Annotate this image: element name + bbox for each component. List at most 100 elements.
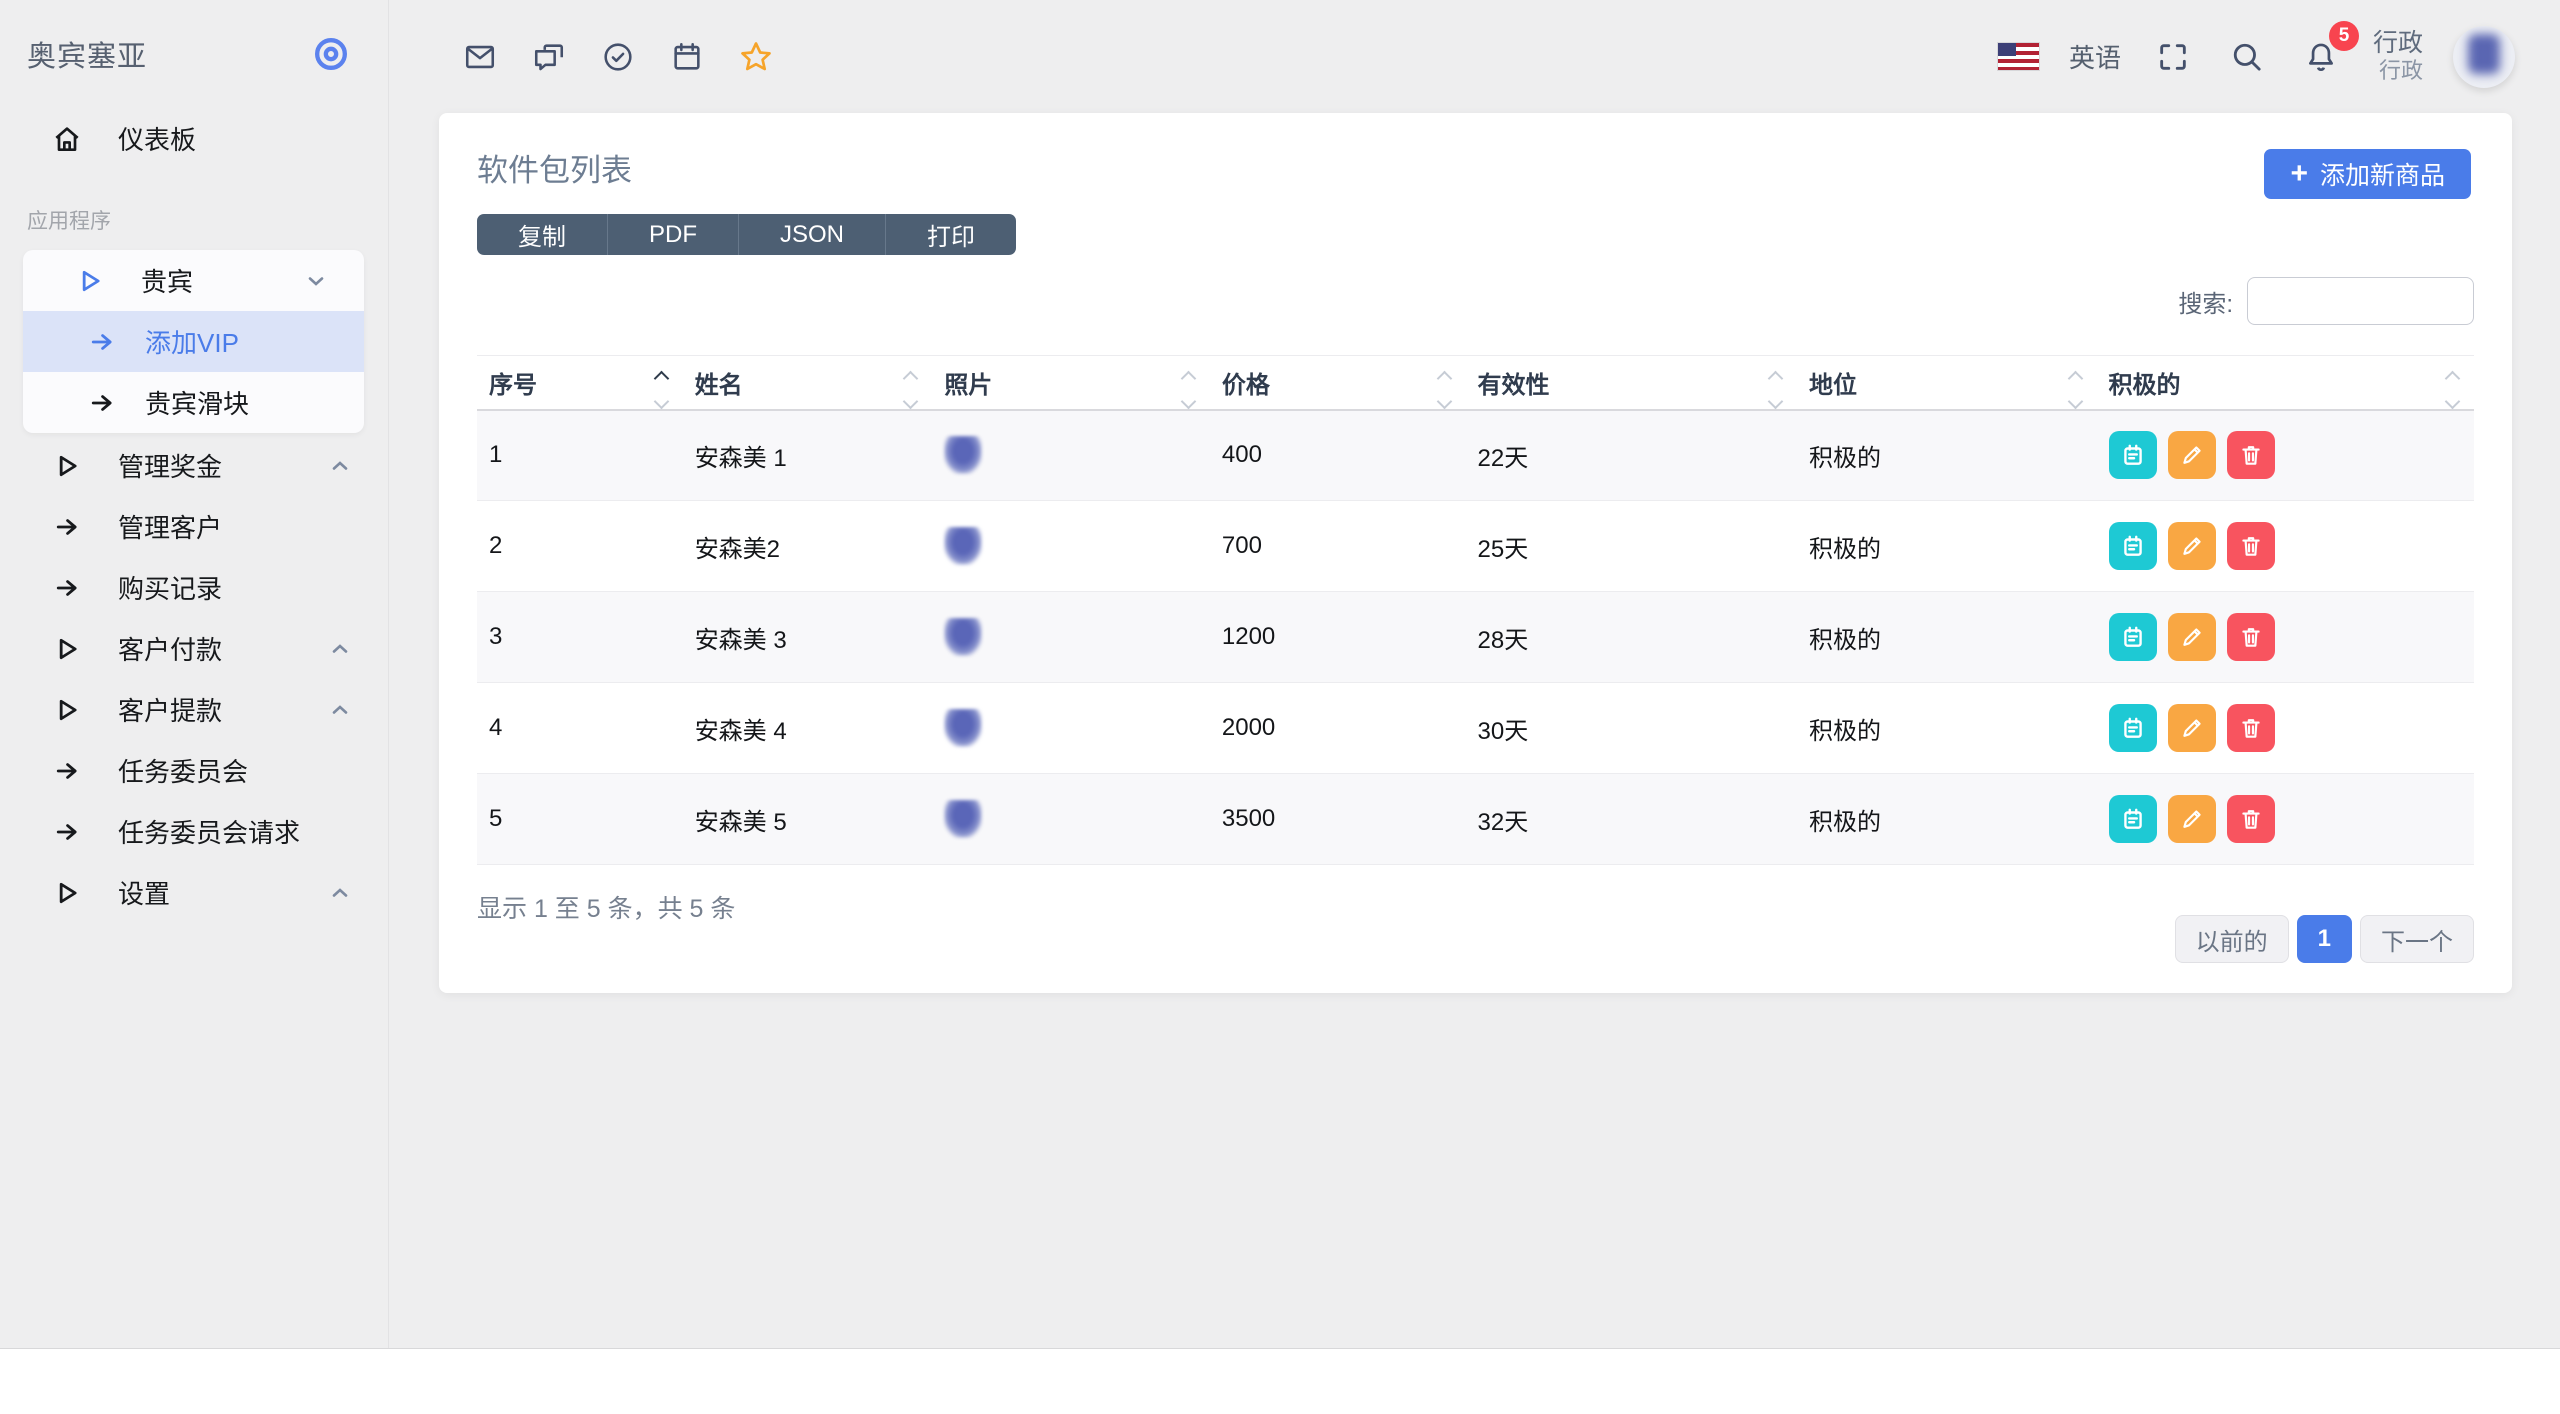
column-header-photo[interactable]: 照片: [932, 355, 1210, 411]
sidebar-toggle-icon[interactable]: [308, 31, 354, 77]
sort-asc-icon: [2067, 370, 2083, 387]
notifications-button[interactable]: 5: [2299, 20, 2359, 79]
cell-price: 400: [1209, 409, 1466, 501]
package-list-card: 软件包列表 复制 PDF JSON 打印 + 添加新商品 搜索: 序号 姓名 照…: [439, 113, 2512, 993]
brand-title: 奥宾塞亚: [27, 41, 148, 73]
column-header-actions[interactable]: 积极的: [2096, 355, 2474, 411]
sidebar-item-task-committee-requests[interactable]: 任务委员会请求: [0, 801, 388, 862]
detail-button[interactable]: [2108, 431, 2157, 480]
detail-button[interactable]: [2108, 613, 2157, 661]
print-button[interactable]: 打印: [885, 214, 1017, 255]
table-row: 4 安森美 4 2000 30天 积极的: [477, 682, 2474, 774]
flag-us-icon[interactable]: [1997, 43, 2039, 70]
cell-actions: [2096, 591, 2474, 683]
cell-status: 积极的: [1797, 500, 2097, 592]
chat-icon[interactable]: [527, 35, 571, 79]
sort-asc-icon: [2444, 370, 2461, 387]
play-triangle-icon: [50, 879, 84, 907]
star-icon[interactable]: [734, 35, 778, 79]
sort-asc-icon: [1180, 370, 1197, 387]
column-header-price[interactable]: 价格: [1209, 355, 1466, 411]
column-header-status[interactable]: 地位: [1797, 355, 2097, 411]
sidebar-item-label: 客户提款: [118, 696, 223, 726]
cell-sn: 5: [477, 773, 683, 865]
sidebar-item-add-vip[interactable]: 添加VIP: [23, 311, 364, 372]
page-1-button[interactable]: 1: [2296, 915, 2352, 963]
language-label[interactable]: 英语: [2069, 38, 2121, 75]
cell-photo: [932, 682, 1210, 774]
sidebar-item-label: 任务委员会: [118, 757, 249, 787]
arrow-right-icon: [50, 574, 84, 602]
arrow-right-icon: [50, 818, 84, 846]
sort-desc-icon: [1180, 393, 1197, 410]
search-input[interactable]: [2247, 277, 2474, 325]
column-header-validity[interactable]: 有效性: [1465, 355, 1797, 411]
sidebar-item-settings[interactable]: 设置: [0, 862, 388, 923]
delete-button[interactable]: [2226, 704, 2275, 752]
sidebar-item-manage-bonus[interactable]: 管理奖金: [0, 435, 388, 496]
arrow-right-icon: [50, 513, 84, 541]
cell-status: 积极的: [1797, 591, 2097, 683]
previous-page-button[interactable]: 以前的: [2174, 915, 2289, 963]
sort-asc-icon: [903, 370, 919, 387]
cell-actions: [2096, 500, 2474, 592]
sidebar-item-vip-slider[interactable]: 贵宾滑块: [23, 372, 364, 433]
sidebar-item-purchase-history[interactable]: 购买记录: [0, 557, 388, 618]
topbar-right: 英语 5 行政 行政: [1997, 20, 2515, 88]
mail-icon[interactable]: [458, 35, 502, 79]
sort-asc-icon: [1767, 370, 1784, 387]
check-circle-icon[interactable]: [596, 35, 640, 79]
edit-button[interactable]: [2167, 795, 2216, 843]
cell-validity: 28天: [1465, 591, 1797, 683]
notification-badge: 5: [2328, 20, 2359, 51]
cell-price: 3500: [1209, 773, 1466, 865]
sidebar-item-customer-payments[interactable]: 客户付款: [0, 618, 388, 679]
add-new-product-button[interactable]: + 添加新商品: [2264, 149, 2471, 199]
user-menu[interactable]: 行政 行政: [2373, 28, 2423, 84]
sidebar-item-manage-customers[interactable]: 管理客户: [0, 496, 388, 557]
search-icon[interactable]: [2225, 35, 2269, 79]
detail-button[interactable]: [2108, 704, 2157, 752]
delete-button[interactable]: [2226, 522, 2275, 570]
package-photo: [944, 618, 983, 656]
pdf-button[interactable]: PDF: [607, 214, 738, 255]
sidebar-item-vip[interactable]: 贵宾: [23, 250, 364, 311]
column-header-sn[interactable]: 序号: [477, 355, 683, 411]
sidebar-item-customer-withdrawals[interactable]: 客户提款: [0, 679, 388, 740]
chevron-up-icon: [328, 454, 352, 478]
cell-name: 安森美 5: [682, 773, 933, 865]
sidebar-item-dashboard[interactable]: 仪表板: [0, 108, 388, 169]
edit-button[interactable]: [2167, 431, 2216, 480]
plus-icon: +: [2290, 157, 2308, 190]
fullscreen-icon[interactable]: [2151, 35, 2195, 79]
detail-button[interactable]: [2108, 795, 2157, 843]
cell-status: 积极的: [1797, 773, 2097, 865]
next-page-button[interactable]: 下一个: [2360, 915, 2474, 963]
detail-button[interactable]: [2108, 522, 2157, 570]
edit-button[interactable]: [2167, 613, 2216, 661]
sort-desc-icon: [1436, 393, 1452, 410]
delete-button[interactable]: [2226, 431, 2275, 480]
json-button[interactable]: JSON: [738, 214, 886, 255]
copy-button[interactable]: 复制: [477, 214, 607, 255]
sidebar-item-label: 仪表板: [118, 125, 197, 155]
topbar-left-icons: [458, 35, 778, 79]
cell-price: 1200: [1209, 591, 1466, 683]
edit-button[interactable]: [2167, 704, 2216, 752]
export-button-group: 复制 PDF JSON 打印: [477, 214, 1017, 255]
avatar[interactable]: [2453, 25, 2515, 88]
sort-desc-icon: [1767, 393, 1784, 410]
user-name: 行政: [2372, 29, 2423, 58]
column-header-name[interactable]: 姓名: [682, 355, 933, 411]
edit-button[interactable]: [2167, 522, 2216, 570]
topbar: 英语 5 行政 行政: [389, 0, 2560, 113]
cell-validity: 32天: [1465, 773, 1797, 865]
delete-button[interactable]: [2226, 795, 2275, 843]
delete-button[interactable]: [2226, 613, 2275, 661]
sidebar-item-label: 添加VIP: [145, 328, 239, 358]
cell-actions: [2096, 409, 2474, 501]
calendar-icon[interactable]: [665, 35, 709, 79]
chevron-up-icon: [328, 881, 352, 905]
sidebar-item-task-committee[interactable]: 任务委员会: [0, 740, 388, 801]
home-icon: [50, 123, 84, 155]
